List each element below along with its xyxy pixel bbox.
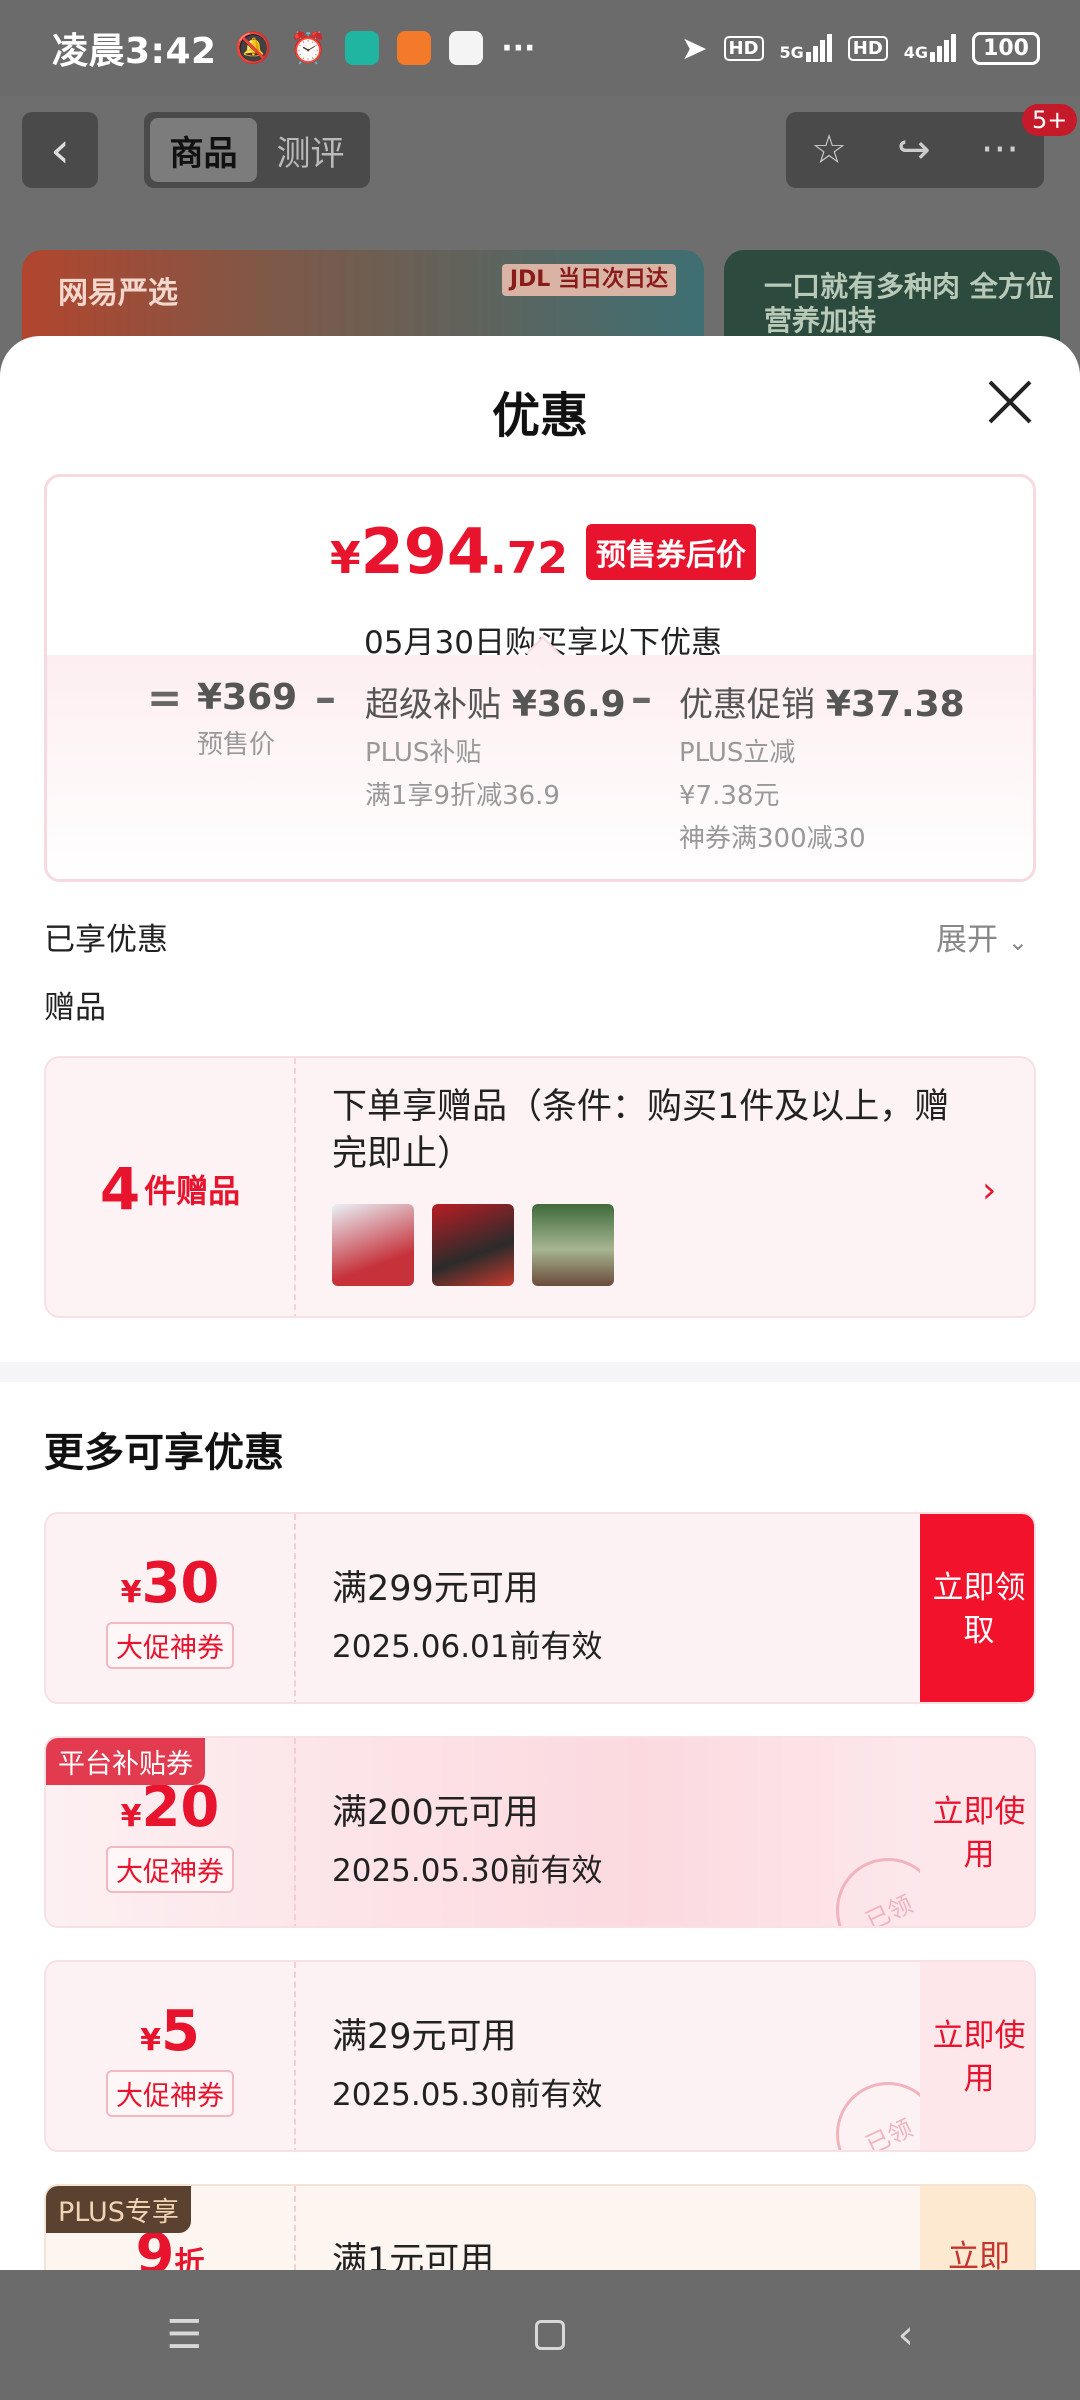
plus-exclusive-ribbon: PLUS专享: [46, 2186, 191, 2233]
message-badge: 5+: [1022, 104, 1078, 136]
final-price: ¥294.72: [330, 515, 568, 588]
more-discounts-title: 更多可享优惠: [44, 1430, 284, 1476]
hd-icon-2: HD: [847, 35, 888, 61]
signal-5g-icon: 5G: [780, 34, 832, 62]
tab-review[interactable]: 测评: [257, 118, 364, 182]
chevron-left-icon: ‹: [50, 121, 70, 179]
coupon-card: ¥20 大促神券 平台补贴券 满200元可用 2025.05.30前有效 已领 …: [44, 1736, 1036, 1928]
coupon-expiry: 2025.06.01前有效: [332, 1629, 603, 1665]
presale-column: ¥369 预售价: [197, 677, 298, 760]
section-divider: [0, 1362, 1080, 1382]
minus-sign-1: –: [315, 673, 336, 722]
gift-description: 下单享赠品（条件：购买1件及以上，赠完即止）: [332, 1087, 950, 1175]
coupon-expiry: 2025.05.30前有效: [332, 2077, 603, 2113]
tab-product[interactable]: 商品: [150, 118, 257, 182]
app-icon-play: [449, 31, 484, 65]
product-page-header: ‹ 商品 测评 ☆ ↪ ··· 5+ 网易严选 JDL 当日次日达 一口就有多种…: [0, 96, 1080, 370]
coupon-condition: 满200元可用: [332, 1793, 539, 1833]
status-bar: 凌晨3:42 🔕 ⏰ ··· ➤ HD 5G HD 4G 100: [0, 0, 1080, 96]
gift-section-label: 赠品: [44, 990, 106, 1026]
gift-thumbnails: [332, 1204, 614, 1286]
coupon-tag: 大促神券: [106, 1846, 234, 1893]
sheet-title: 优惠: [491, 388, 588, 444]
minus-sign-2: –: [631, 673, 652, 722]
header-tabs: 商品 测评: [144, 112, 370, 188]
price-summary-card: ¥294.72 预售券后价 05月30日购买享以下优惠 = ¥369 预售价 –…: [44, 474, 1036, 882]
gift-thumbnail: [432, 1204, 514, 1286]
coupon-card: ¥5 大促神券 满29元可用 2025.05.30前有效 已领 立即使用: [44, 1960, 1036, 2152]
enjoyed-label: 已享优惠: [44, 922, 168, 958]
header-actions: ☆ ↪ ···: [786, 112, 1044, 188]
promo-column: 优惠促销 ¥37.38 PLUS立减 ¥7.38元 神券满300减30: [679, 684, 965, 854]
hd-icon-1: HD: [723, 35, 764, 61]
menu-icon[interactable]: ☰: [166, 2312, 202, 2358]
signal-4g-icon: 4G: [904, 34, 957, 62]
coupon-condition: 满299元可用: [332, 1569, 539, 1609]
subsidy-column: 超级补贴 ¥36.9 PLUS补贴 满1享9折减36.9: [365, 684, 626, 811]
gift-card[interactable]: 4 件赠品 下单享赠品（条件：购买1件及以上，赠完即止） ›: [44, 1056, 1036, 1318]
back-icon[interactable]: ‹: [898, 2312, 914, 2358]
jdl-badge: JDL 当日次日达: [501, 264, 676, 297]
brand-label: 网易严选: [58, 276, 178, 311]
chevron-right-icon: ›: [982, 1170, 997, 1211]
coupon-expiry: 2025.05.30前有效: [332, 1853, 603, 1889]
platform-subsidy-ribbon: 平台补贴券: [46, 1738, 205, 1785]
final-price-row: ¥294.72 预售券后价: [47, 515, 1033, 588]
discount-sheet: 优惠 ¥294.72 预售券后价 05月30日购买享以下优惠 = ¥369 预售…: [0, 336, 1080, 2270]
coupon-tag: 大促神券: [106, 1622, 234, 1669]
location-icon: ➤: [680, 29, 708, 67]
coupon-tag: 大促神券: [106, 2070, 234, 2117]
share-icon[interactable]: ↪: [897, 127, 931, 173]
equals-sign: =: [147, 673, 183, 722]
coupon-amount: ¥30: [120, 1551, 220, 1616]
alarm-icon: ⏰: [289, 30, 328, 66]
back-button[interactable]: ‹: [22, 112, 98, 188]
presale-price-tag: 预售券后价: [586, 523, 756, 580]
coupon-condition: 满29元可用: [332, 2017, 517, 2057]
app-icon-maps: [345, 31, 380, 65]
expand-button[interactable]: 展开 ⌄: [936, 914, 1028, 959]
status-time: 凌晨3:42: [52, 31, 217, 72]
coupon-card: 9折 PLUS专享 满1元可用 立即: [44, 2184, 1036, 2270]
coupon-amount: ¥5: [140, 1999, 200, 2064]
system-nav-bar: ☰ ‹: [0, 2270, 1080, 2400]
chevron-down-icon: ⌄: [1007, 928, 1028, 956]
more-notifications-icon: ···: [501, 30, 536, 66]
gift-thumbnail: [532, 1204, 614, 1286]
gift-count: 4 件赠品: [46, 1058, 296, 1316]
claim-coupon-button[interactable]: 立即领取: [920, 1514, 1034, 1702]
coupon-card: ¥30 大促神券 满299元可用 2025.06.01前有效 立即领取: [44, 1512, 1036, 1704]
gift-thumbnail: [332, 1204, 414, 1286]
star-icon[interactable]: ☆: [811, 127, 847, 173]
more-icon[interactable]: ···: [981, 127, 1019, 173]
use-coupon-button[interactable]: 立即: [920, 2186, 1034, 2270]
mute-icon: 🔕: [234, 30, 272, 66]
app-icon-shop: [397, 31, 432, 65]
close-icon[interactable]: [980, 372, 1040, 432]
home-icon[interactable]: [534, 2320, 565, 2350]
use-coupon-button[interactable]: 立即使用: [920, 1738, 1034, 1926]
battery-icon: 100: [972, 31, 1040, 65]
use-coupon-button[interactable]: 立即使用: [920, 1962, 1034, 2150]
coupon-condition: 满1元可用: [332, 2241, 495, 2270]
